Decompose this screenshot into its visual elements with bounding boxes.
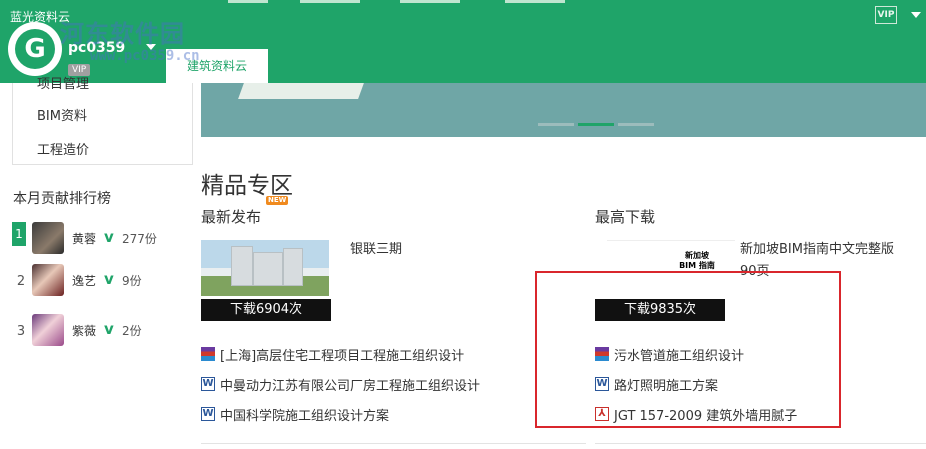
window-menu-caret-icon[interactable] xyxy=(911,12,921,18)
latest-thumbnail[interactable] xyxy=(201,240,329,296)
rank-name[interactable]: 黄蓉 xyxy=(72,230,96,247)
nav-hint xyxy=(505,0,565,3)
file-name[interactable]: [上海]高层住宅工程项目工程施工组织设计 xyxy=(220,345,464,364)
sidebar-item-bim[interactable]: BIM资料 xyxy=(37,105,87,124)
verified-v-icon: v xyxy=(104,320,114,338)
watermark-url: www.pc0359.cn xyxy=(90,48,200,64)
file-name[interactable]: 中国科学院施工组织设计方案 xyxy=(220,405,389,424)
sidebar-menu: 项目管理 BIM资料 工程造价 xyxy=(12,77,193,165)
ranking-row[interactable]: 2 逸艺 v 9份 xyxy=(12,264,192,300)
file-name[interactable]: 中曼动力江苏有限公司厂房工程施工组织设计 xyxy=(220,375,480,394)
avatar[interactable] xyxy=(32,314,64,346)
banner-graphic xyxy=(238,83,364,99)
rank-score: 2份 xyxy=(122,324,142,338)
word-icon: W xyxy=(201,407,215,421)
avatar[interactable] xyxy=(32,222,64,254)
nav-hint xyxy=(300,0,360,3)
download-count-bar: 下载6904次 xyxy=(201,299,331,321)
thumb-caption: 新加坡 BIM 指南 xyxy=(679,251,715,270)
logo-icon: G xyxy=(15,29,55,69)
nav-hint xyxy=(400,0,460,3)
rank-number: 2 xyxy=(16,274,26,289)
section-title: 精品专区 xyxy=(201,173,293,199)
vip-icon[interactable]: VIP xyxy=(875,6,897,24)
thumb-building-shape xyxy=(283,248,303,286)
banner-carousel[interactable] xyxy=(201,83,926,137)
verified-v-icon: v xyxy=(104,228,114,246)
sidebar-item-project[interactable]: 项目管理 xyxy=(37,73,89,92)
ranking-row[interactable]: 3 紫薇 v 2份 xyxy=(12,314,192,350)
ranking-title: 本月贡献排行榜 xyxy=(13,191,111,207)
verified-v-icon: v xyxy=(104,270,114,288)
latest-title: 最新发布 xyxy=(201,208,262,226)
app-logo[interactable]: G xyxy=(8,22,62,76)
rank-name[interactable]: 逸艺 xyxy=(72,272,96,289)
sidebar-item-cost[interactable]: 工程造价 xyxy=(37,139,89,158)
featured-title[interactable]: 银联三期 xyxy=(350,239,402,261)
ranking-row[interactable]: 1 黄蓉 v 277份 xyxy=(12,222,192,258)
rank-number: 3 xyxy=(16,324,26,339)
divider xyxy=(595,443,926,444)
rank-name[interactable]: 紫薇 xyxy=(72,322,96,339)
rank-score: 9份 xyxy=(122,274,142,288)
highlight-frame xyxy=(535,271,841,428)
carousel-dot-active[interactable] xyxy=(578,123,614,126)
thumb-building-shape xyxy=(231,246,253,286)
rar-icon xyxy=(201,347,215,361)
divider xyxy=(201,443,586,444)
thumb-building-shape xyxy=(253,252,283,286)
carousel-dot[interactable] xyxy=(618,123,654,126)
top-downloads-title: 最高下载 xyxy=(595,208,656,226)
rank-number: 1 xyxy=(12,222,26,246)
carousel-dot[interactable] xyxy=(538,123,574,126)
word-icon: W xyxy=(201,377,215,391)
new-badge: NEW xyxy=(266,196,289,205)
nav-hint xyxy=(228,0,268,3)
rank-score: 277份 xyxy=(122,232,157,246)
avatar[interactable] xyxy=(32,264,64,296)
watermark-text: 河东软件园 xyxy=(60,20,185,48)
top-bar: 蓝光资料云 G pc0359 VIP 建筑资料云 VIP 河东软件园 www.p… xyxy=(0,0,926,83)
